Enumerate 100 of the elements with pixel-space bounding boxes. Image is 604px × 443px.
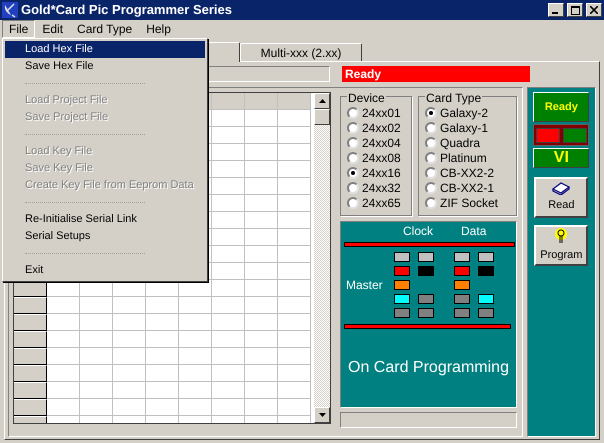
table-cell xyxy=(245,365,278,382)
row-header[interactable] xyxy=(14,331,47,348)
table-cell xyxy=(245,110,278,127)
radio-button[interactable] xyxy=(347,182,359,194)
table-cell xyxy=(212,195,245,212)
table-cell xyxy=(212,382,245,399)
radio-option[interactable]: 24xx08 xyxy=(347,150,411,165)
radio-button[interactable] xyxy=(425,106,437,118)
table-cell xyxy=(278,314,311,331)
table-cell xyxy=(146,348,179,365)
radio-option[interactable]: 24xx01 xyxy=(347,105,411,120)
radio-button[interactable] xyxy=(347,152,359,164)
menu-item[interactable]: File xyxy=(2,20,36,38)
table-cell xyxy=(212,229,245,246)
radio-button[interactable] xyxy=(425,166,437,178)
table-cell xyxy=(278,246,311,263)
radio-label: Quadra xyxy=(440,136,480,148)
radio-option[interactable]: Galaxy-1 xyxy=(425,120,516,135)
table-cell xyxy=(245,229,278,246)
row-header[interactable] xyxy=(14,314,47,331)
table-cell xyxy=(80,382,113,399)
radio-option[interactable]: CB-XX2-1 xyxy=(425,180,516,195)
table-cell xyxy=(80,348,113,365)
row-header[interactable] xyxy=(14,348,47,365)
table-cell xyxy=(113,348,146,365)
radio-button[interactable] xyxy=(347,196,359,208)
table-cell xyxy=(278,365,311,382)
window-title: Gold*Card Pic Programmer Series xyxy=(21,1,233,20)
status-bar: Ready xyxy=(342,66,530,82)
table-cell xyxy=(179,399,212,416)
table-cell xyxy=(245,399,278,416)
radio-button[interactable] xyxy=(425,182,437,194)
read-button[interactable]: Read xyxy=(534,177,588,218)
table-cell xyxy=(245,297,278,314)
menu-entry[interactable]: Load Hex File xyxy=(5,41,205,58)
table-cell xyxy=(245,246,278,263)
table-cell xyxy=(47,399,80,416)
table-cell xyxy=(245,348,278,365)
scroll-up-button[interactable] xyxy=(314,93,330,109)
scroll-down-button[interactable] xyxy=(314,407,330,423)
radio-option[interactable]: 24xx04 xyxy=(347,135,411,150)
tab[interactable]: Multi-xxx (2.xx) xyxy=(240,43,362,61)
table-cell xyxy=(146,365,179,382)
table-cell xyxy=(47,382,80,399)
menu-item[interactable]: Edit xyxy=(35,20,70,38)
radio-label: 24xx16 xyxy=(362,166,401,178)
radio-button[interactable] xyxy=(425,152,437,164)
scrollbar[interactable] xyxy=(314,93,330,423)
table-cell xyxy=(278,212,311,229)
table-cell xyxy=(179,382,212,399)
row-header[interactable] xyxy=(14,399,47,416)
radio-button[interactable] xyxy=(347,122,359,134)
radio-button[interactable] xyxy=(425,122,437,134)
radio-button[interactable] xyxy=(425,136,437,148)
radio-option[interactable]: 24xx02 xyxy=(347,120,411,135)
radio-button[interactable] xyxy=(347,166,359,178)
table-cell xyxy=(278,110,311,127)
table-cell xyxy=(278,280,311,297)
version-indicator: VI xyxy=(533,148,590,168)
menu-entry[interactable]: Exit xyxy=(5,262,205,279)
radio-option[interactable]: 24xx16 xyxy=(347,165,411,180)
menu-entry[interactable]: Re-Initialise Serial Link xyxy=(5,211,205,228)
radio-label: CB-XX2-2 xyxy=(440,166,494,178)
radio-option[interactable]: 24xx32 xyxy=(347,180,411,195)
table-cell xyxy=(47,331,80,348)
table-cell xyxy=(212,212,245,229)
table-cell xyxy=(245,263,278,280)
table-cell xyxy=(47,314,80,331)
menu-entry[interactable]: Save Hex File xyxy=(5,58,205,75)
radio-label: 24xx65 xyxy=(362,196,401,208)
scroll-thumb[interactable] xyxy=(314,109,330,125)
table-cell xyxy=(278,297,311,314)
table-cell xyxy=(212,178,245,195)
row-header[interactable] xyxy=(14,365,47,382)
ready-indicator: Ready xyxy=(533,92,590,122)
data-label: Data xyxy=(461,223,486,240)
table-cell xyxy=(212,348,245,365)
radio-button[interactable] xyxy=(347,136,359,148)
table-cell xyxy=(47,297,80,314)
table-cell xyxy=(179,365,212,382)
program-button[interactable]: Program xyxy=(534,225,588,266)
table-cell xyxy=(113,382,146,399)
radio-option[interactable]: Platinum xyxy=(425,150,516,165)
minimize-button[interactable] xyxy=(548,3,564,17)
radio-option[interactable]: 24xx65 xyxy=(347,195,411,210)
menu-item[interactable]: Help xyxy=(139,20,178,38)
menu-item[interactable]: Card Type xyxy=(70,20,140,38)
radio-option[interactable]: CB-XX2-2 xyxy=(425,165,516,180)
row-header[interactable] xyxy=(14,382,47,399)
close-button[interactable] xyxy=(586,3,602,17)
radio-option[interactable]: Galaxy-2 xyxy=(425,105,516,120)
radio-button[interactable] xyxy=(425,196,437,208)
radio-option[interactable]: ZIF Socket xyxy=(425,195,516,210)
row-header[interactable] xyxy=(14,297,47,314)
menu-entry[interactable]: Serial Setups xyxy=(5,228,205,245)
radio-button[interactable] xyxy=(347,106,359,118)
maximize-button[interactable] xyxy=(567,3,583,17)
table-cell xyxy=(212,246,245,263)
radio-option[interactable]: Quadra xyxy=(425,135,516,150)
table-cell xyxy=(113,297,146,314)
